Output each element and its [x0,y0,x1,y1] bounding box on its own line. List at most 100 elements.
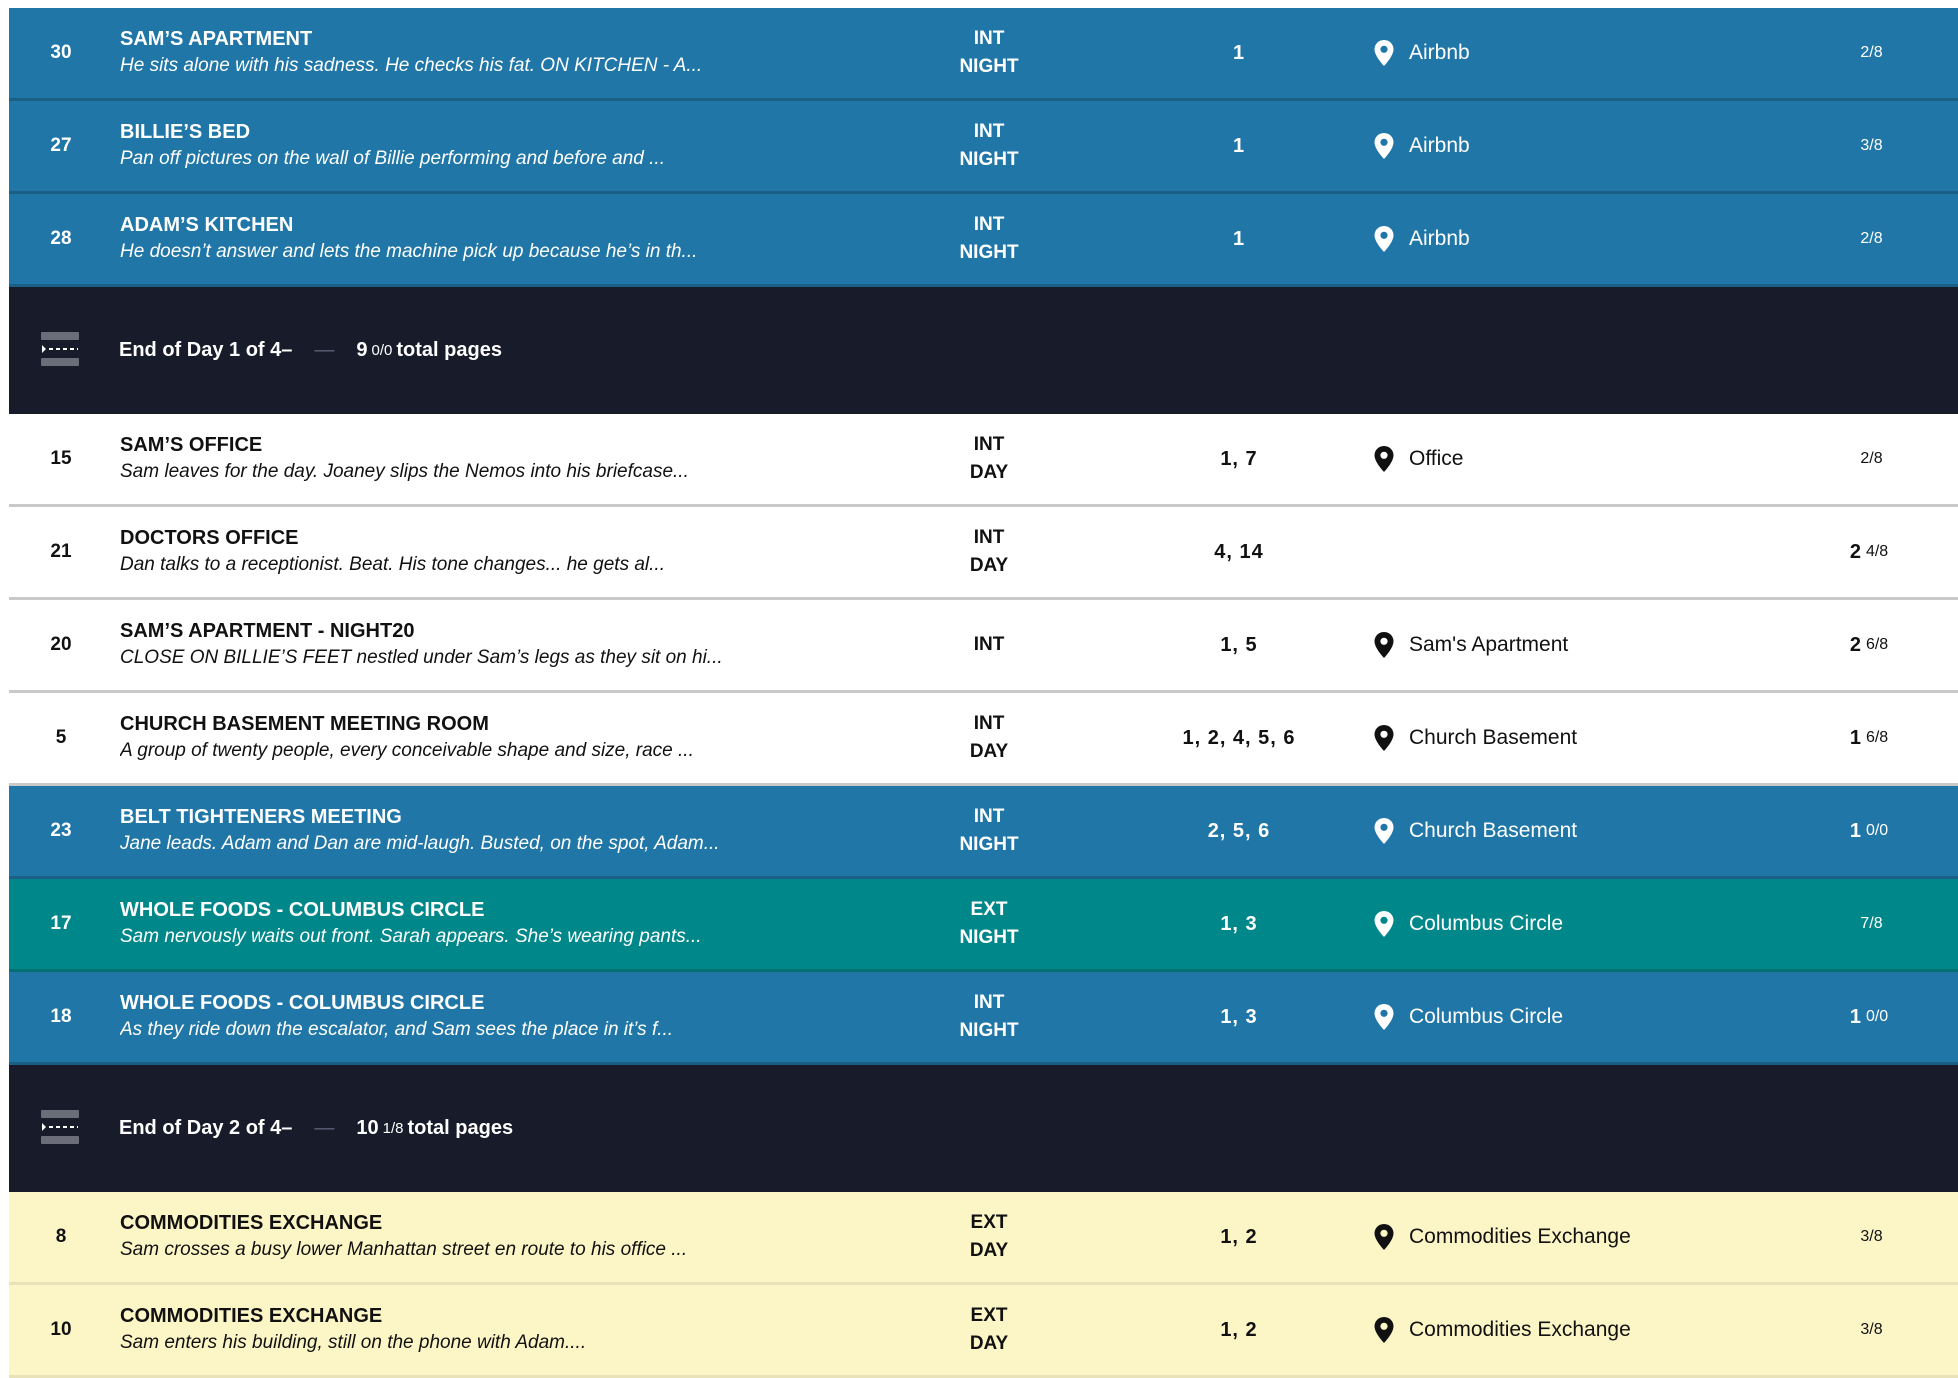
scene-strip[interactable]: 23 BELT TIGHTENERS MEETING Jane leads. A… [9,786,1958,879]
location-name: Sam's Apartment [1409,633,1569,656]
scene-info: DOCTORS OFFICE Dan talks to a receptioni… [120,525,880,579]
scene-strip[interactable]: 18 WHOLE FOODS - COLUMBUS CIRCLE As they… [9,972,1958,1065]
location: Airbnb [1371,101,1771,191]
pages-whole: 2 [1849,540,1861,563]
scene-synopsis: He doesn’t answer and lets the machine p… [120,241,698,262]
int-ext: INT [973,527,1005,548]
scene-heading: DOCTORS OFFICE [120,527,299,549]
cast-ids: 1, 7 [1220,447,1258,470]
int-ext-day-night: INT DAY [899,414,1079,504]
location-name: Office [1409,447,1464,470]
int-ext-day-night: INT NIGHT [899,8,1079,98]
scene-strip[interactable]: 5 CHURCH BASEMENT MEETING ROOM A group o… [9,693,1958,786]
scene-heading: SAM’S APARTMENT [120,28,313,50]
int-ext-day-night: INT NIGHT [899,972,1079,1062]
scene-synopsis: Pan off pictures on the wall of Billie p… [120,148,665,169]
int-ext-day-night: INT NIGHT [899,101,1079,191]
int-ext: EXT [970,899,1008,920]
location-name: Columbus Circle [1409,912,1564,935]
scene-number: 18 [50,1006,72,1027]
day-total-pages-label: total pages [396,339,502,361]
int-ext: INT [973,121,1005,142]
page-count: 2 4/8 [1809,507,1929,597]
int-ext: INT [973,28,1005,49]
pages-fraction: 2/8 [1860,450,1883,467]
day-night: NIGHT [959,834,1019,855]
day-break-label: End of Day 2 of 4– [119,1117,293,1139]
cast-ids: 1 [1232,227,1246,250]
page-count: 7/8 [1809,879,1929,969]
day-night: NIGHT [959,56,1019,77]
scene-synopsis: Sam nervously waits out front. Sarah app… [120,926,702,947]
day-night: NIGHT [959,927,1019,948]
page-count: 3/8 [1809,1285,1929,1375]
day-night: DAY [969,462,1009,483]
scene-synopsis: As they ride down the escalator, and Sam… [120,1019,674,1040]
location: Sam's Apartment [1371,600,1771,690]
map-pin-icon [1374,446,1394,472]
scene-number: 23 [50,820,72,841]
day-break-icon [41,332,79,366]
scene-strip[interactable]: 30 SAM’S APARTMENT He sits alone with hi… [9,8,1958,101]
stripboard: 30 SAM’S APARTMENT He sits alone with hi… [9,8,1958,1378]
scene-heading: WHOLE FOODS - COLUMBUS CIRCLE [120,992,485,1014]
location: Airbnb [1371,8,1771,98]
int-ext-day-night: EXT DAY [899,1192,1079,1282]
day-break-strip[interactable]: End of Day 1 of 4– — 9 0/0 total pages [9,287,1958,414]
scene-strip[interactable]: 21 DOCTORS OFFICE Dan talks to a recepti… [9,507,1958,600]
int-ext-day-night: INT DAY [899,507,1079,597]
int-ext: INT [973,214,1005,235]
scene-heading: SAM’S APARTMENT - NIGHT20 [120,620,415,642]
scene-info: BELT TIGHTENERS MEETING Jane leads. Adam… [120,804,880,858]
scene-strip[interactable]: 15 SAM’S OFFICE Sam leaves for the day. … [9,414,1958,507]
int-ext: INT [973,806,1005,827]
day-break-strip[interactable]: End of Day 2 of 4– — 10 1/8 total pages [9,1065,1958,1192]
scene-number: 28 [50,228,72,249]
scene-strip[interactable]: 20 SAM’S APARTMENT - NIGHT20 CLOSE ON BI… [9,600,1958,693]
pages-whole: 2 [1849,633,1861,656]
day-break-dash: — [314,1117,335,1139]
location-name: Commodities Exchange [1409,1225,1631,1248]
scene-number: 30 [50,42,72,63]
int-ext: INT [973,634,1005,655]
scene-strip[interactable]: 8 COMMODITIES EXCHANGE Sam crosses a bus… [9,1192,1958,1285]
scene-synopsis: Sam enters his building, still on the ph… [120,1332,587,1353]
location-name: Commodities Exchange [1409,1318,1631,1341]
pages-fraction: 3/8 [1860,1228,1883,1245]
location-name: Columbus Circle [1409,1005,1564,1028]
day-break-dash: — [314,339,335,361]
scene-info: SAM’S OFFICE Sam leaves for the day. Joa… [120,432,880,486]
scene-info: WHOLE FOODS - COLUMBUS CIRCLE As they ri… [120,990,880,1044]
location: Church Basement [1371,693,1771,783]
scene-synopsis: CLOSE ON BILLIE’S FEET nestled under Sam… [120,647,723,668]
map-pin-icon [1374,133,1394,159]
scene-strip[interactable]: 17 WHOLE FOODS - COLUMBUS CIRCLE Sam ner… [9,879,1958,972]
cast-ids: 1, 2, 4, 5, 6 [1182,726,1296,749]
map-pin-icon [1374,632,1394,658]
day-break-summary: End of Day 2 of 4– — 10 1/8 total pages [119,1065,513,1192]
scene-synopsis: He sits alone with his sadness. He check… [120,55,703,76]
scene-strip[interactable]: 28 ADAM’S KITCHEN He doesn’t answer and … [9,194,1958,287]
pages-whole: 1 [1849,819,1861,842]
int-ext-day-night: EXT NIGHT [899,879,1079,969]
pages-whole: 1 [1849,1005,1861,1028]
pages-fraction: 0/0 [1865,1008,1889,1025]
scene-synopsis: Jane leads. Adam and Dan are mid-laugh. … [120,833,720,854]
pages-fraction: 2/8 [1860,230,1883,247]
location [1371,507,1771,597]
location: Office [1371,414,1771,504]
scene-synopsis: Sam leaves for the day. Joaney slips the… [120,461,689,482]
day-total-pages-fraction: 0/0 [371,342,393,359]
map-pin-icon [1374,725,1394,751]
cast-ids: 1, 5 [1220,633,1258,656]
day-night: DAY [969,555,1009,576]
int-ext-day-night: EXT DAY [899,1285,1079,1375]
int-ext-day-night: INT [899,600,1079,690]
int-ext: INT [973,713,1005,734]
location-name: Church Basement [1409,726,1578,749]
page-count: 2/8 [1809,194,1929,284]
scene-strip[interactable]: 10 COMMODITIES EXCHANGE Sam enters his b… [9,1285,1958,1378]
int-ext-day-night: INT NIGHT [899,786,1079,876]
scene-number: 21 [50,541,72,562]
scene-strip[interactable]: 27 BILLIE’S BED Pan off pictures on the … [9,101,1958,194]
